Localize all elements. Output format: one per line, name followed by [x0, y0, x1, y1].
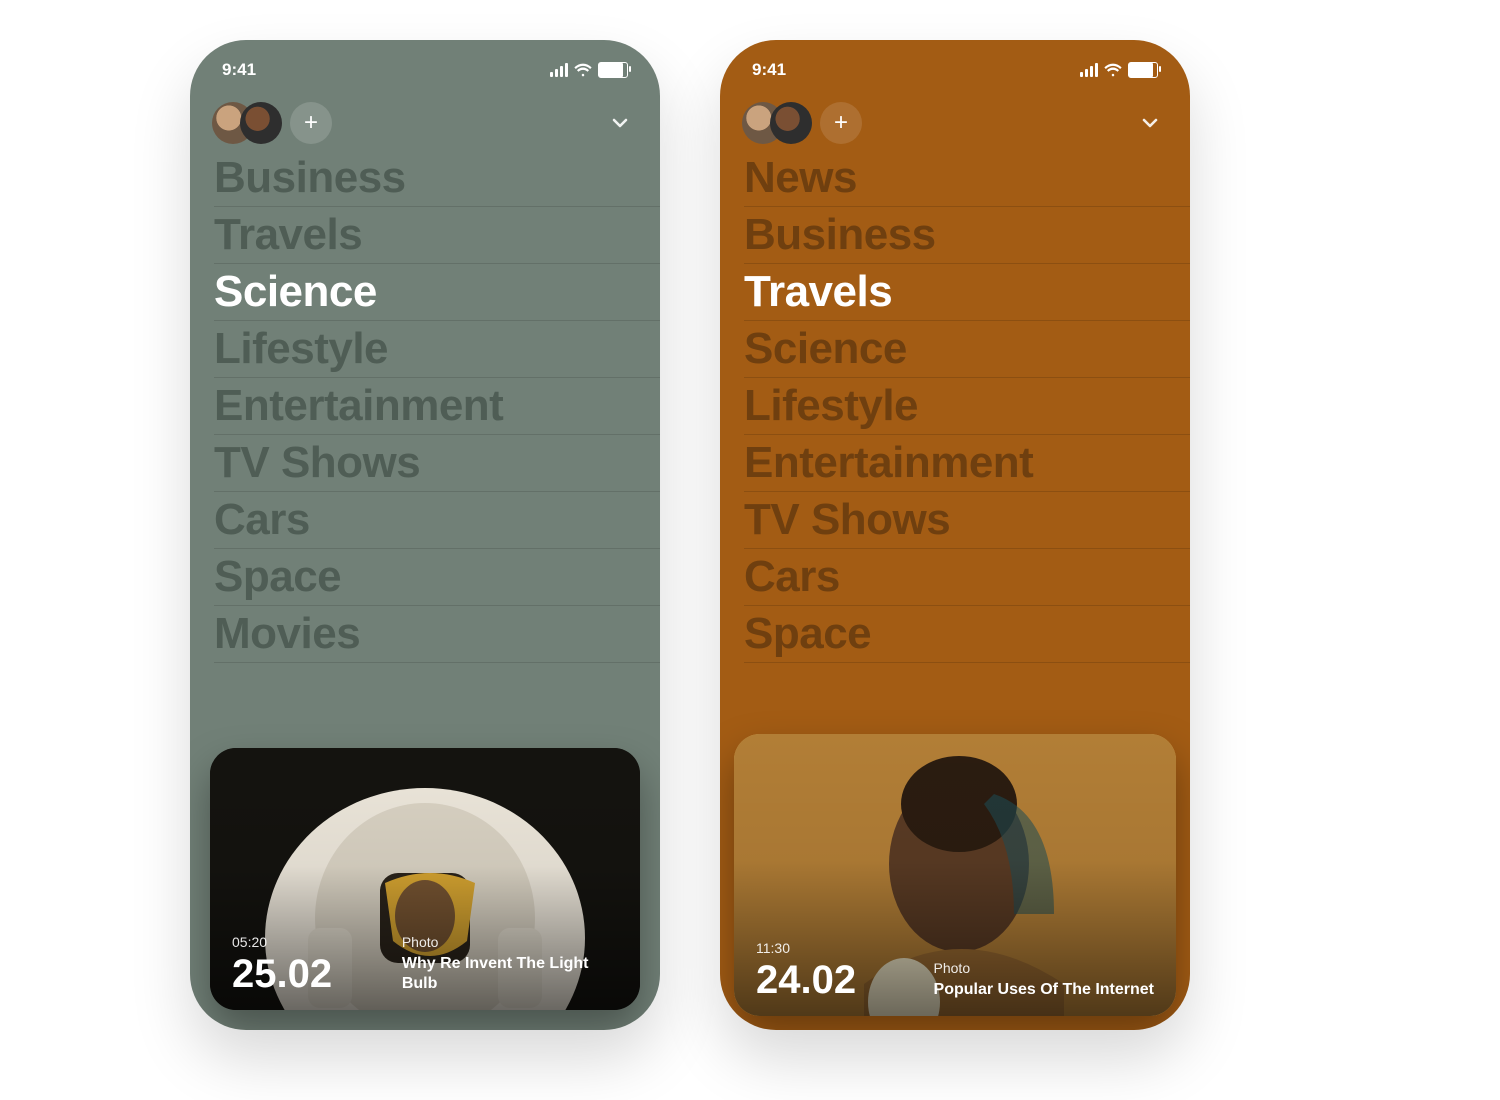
card-time: 11:30: [756, 940, 856, 956]
card-date: 24.02: [756, 960, 856, 1000]
category-item[interactable]: Business: [214, 150, 660, 207]
status-bar: 9:41: [190, 40, 660, 92]
category-item[interactable]: Science: [214, 264, 660, 321]
category-item[interactable]: Science: [744, 321, 1190, 378]
wifi-icon: [1104, 63, 1122, 77]
card-kicker: Photo: [934, 960, 1154, 976]
chevron-down-icon[interactable]: [1138, 111, 1162, 135]
cellular-icon: [1080, 63, 1098, 77]
category-item[interactable]: Lifestyle: [744, 378, 1190, 435]
header-row: +: [190, 92, 660, 148]
category-item[interactable]: Cars: [744, 549, 1190, 606]
card-kicker: Photo: [402, 934, 618, 950]
category-item[interactable]: TV Shows: [744, 492, 1190, 549]
category-item[interactable]: Travels: [214, 207, 660, 264]
category-item[interactable]: Space: [214, 549, 660, 606]
category-item[interactable]: TV Shows: [214, 435, 660, 492]
category-item[interactable]: Entertainment: [744, 435, 1190, 492]
chevron-down-icon[interactable]: [608, 111, 632, 135]
phone-left: 9:41 + Business Travels Science Lifestyl…: [190, 40, 660, 1030]
featured-card[interactable]: 11:30 24.02 Photo Popular Uses Of The In…: [734, 734, 1176, 1016]
status-bar: 9:41: [720, 40, 1190, 92]
status-indicators: [1080, 62, 1158, 78]
category-list: Business Travels Science Lifestyle Enter…: [190, 148, 660, 663]
card-time: 05:20: [232, 934, 332, 950]
card-text: 11:30 24.02 Photo Popular Uses Of The In…: [756, 940, 1154, 1000]
card-title: Popular Uses Of The Internet: [934, 980, 1154, 1000]
status-indicators: [550, 62, 628, 78]
category-list: News Business Travels Science Lifestyle …: [720, 148, 1190, 663]
plus-icon: +: [304, 109, 318, 137]
avatar-cluster: +: [742, 102, 862, 144]
card-text: 05:20 25.02 Photo Why Re Invent The Ligh…: [232, 934, 618, 994]
category-item[interactable]: Business: [744, 207, 1190, 264]
avatar[interactable]: [240, 102, 282, 144]
card-title: Why Re Invent The Light Bulb: [402, 954, 618, 994]
battery-icon: [1128, 62, 1158, 78]
avatar-cluster: +: [212, 102, 332, 144]
add-button[interactable]: +: [820, 102, 862, 144]
featured-card[interactable]: 05:20 25.02 Photo Why Re Invent The Ligh…: [210, 748, 640, 1010]
avatar[interactable]: [770, 102, 812, 144]
category-item[interactable]: Lifestyle: [214, 321, 660, 378]
category-item[interactable]: Entertainment: [214, 378, 660, 435]
category-item[interactable]: Space: [744, 606, 1190, 663]
status-time: 9:41: [222, 60, 256, 80]
category-item[interactable]: Movies: [214, 606, 660, 663]
add-button[interactable]: +: [290, 102, 332, 144]
category-item[interactable]: Travels: [744, 264, 1190, 321]
battery-icon: [598, 62, 628, 78]
phone-right: 9:41 + News Business Travels Science Lif…: [720, 40, 1190, 1030]
plus-icon: +: [834, 109, 848, 137]
status-time: 9:41: [752, 60, 786, 80]
wifi-icon: [574, 63, 592, 77]
category-item[interactable]: News: [744, 150, 1190, 207]
card-date: 25.02: [232, 954, 332, 994]
cellular-icon: [550, 63, 568, 77]
category-item[interactable]: Cars: [214, 492, 660, 549]
header-row: +: [720, 92, 1190, 148]
